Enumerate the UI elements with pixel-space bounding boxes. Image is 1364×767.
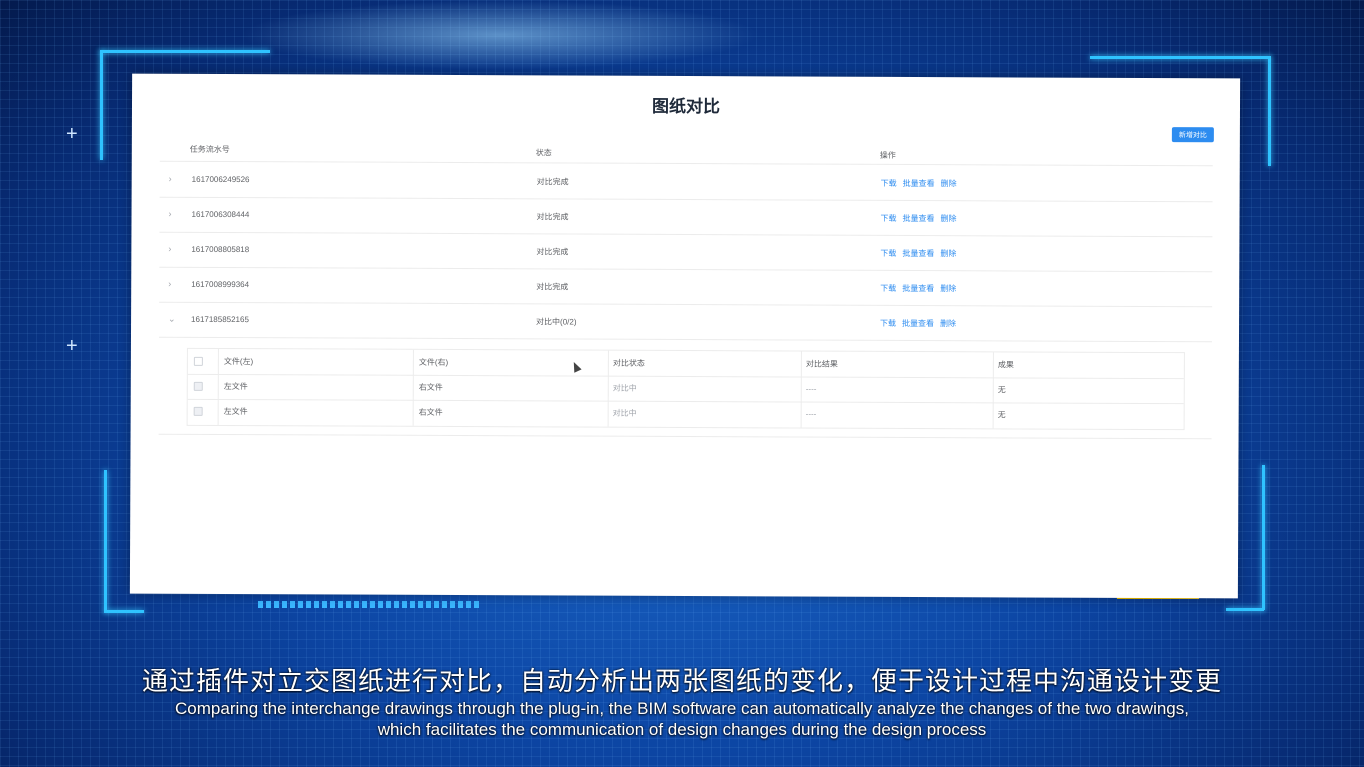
batch-view-link[interactable]: 批量查看 bbox=[903, 179, 935, 188]
chevron-down-icon[interactable]: ⌄ bbox=[168, 314, 176, 325]
header-left-file: 文件(左) bbox=[223, 356, 254, 367]
row-actions: 下载 批量查看 删除 bbox=[880, 283, 962, 294]
row-actions: 下载 批量查看 删除 bbox=[880, 248, 962, 259]
batch-view-link[interactable]: 批量查看 bbox=[902, 249, 934, 258]
delete-link[interactable]: 删除 bbox=[940, 214, 956, 223]
select-all-checkbox[interactable] bbox=[193, 356, 203, 366]
download-link[interactable]: 下载 bbox=[881, 179, 897, 188]
table-row[interactable]: › 1617008805818 对比完成 下载 批量查看 删除 bbox=[159, 231, 1213, 273]
delete-link[interactable]: 删除 bbox=[940, 319, 956, 328]
plus-icon: + bbox=[66, 123, 78, 145]
header-compare-state: 对比状态 bbox=[612, 358, 645, 368]
background-glow bbox=[240, 0, 760, 70]
task-serial: 1617185852165 bbox=[191, 314, 249, 325]
batch-view-link[interactable]: 批量查看 bbox=[902, 284, 934, 293]
compare-result-cell: ---- bbox=[805, 384, 817, 394]
plus-icon: + bbox=[66, 335, 78, 357]
download-link[interactable]: 下载 bbox=[880, 284, 896, 293]
compare-state-cell: 对比中 bbox=[612, 383, 637, 393]
task-serial: 1617008999364 bbox=[191, 279, 250, 290]
frame-top-right bbox=[1090, 56, 1270, 59]
table-row[interactable]: › 1617008999364 对比完成 下载 批量查看 删除 bbox=[159, 266, 1213, 308]
task-status: 对比中(0/2) bbox=[536, 317, 577, 327]
task-serial: 1617006308444 bbox=[191, 209, 250, 220]
row-checkbox[interactable] bbox=[193, 381, 203, 391]
output-cell: 无 bbox=[997, 385, 1006, 395]
chevron-right-icon[interactable]: › bbox=[168, 244, 171, 254]
table-divider bbox=[158, 433, 1212, 440]
header-right-file: 文件(右) bbox=[418, 357, 449, 367]
dotted-bar bbox=[258, 601, 480, 608]
left-file-cell: 左文件 bbox=[223, 406, 248, 417]
chevron-right-icon[interactable]: › bbox=[169, 174, 172, 184]
task-status: 对比完成 bbox=[536, 247, 569, 257]
task-serial: 1617008805818 bbox=[191, 244, 250, 255]
delete-link[interactable]: 删除 bbox=[940, 249, 956, 258]
frame-top-left bbox=[100, 50, 270, 53]
header-compare-result: 对比结果 bbox=[805, 359, 838, 369]
task-status: 对比完成 bbox=[536, 212, 569, 222]
batch-view-link[interactable]: 批量查看 bbox=[902, 319, 934, 328]
compare-result-cell: ---- bbox=[805, 409, 817, 419]
header-serial: 任务流水号 bbox=[189, 144, 230, 155]
row-actions: 下载 批量查看 删除 bbox=[880, 213, 962, 224]
frame-bottom-right bbox=[1226, 608, 1264, 611]
left-file-cell: 左文件 bbox=[223, 381, 248, 392]
frame-left-top bbox=[100, 50, 103, 160]
header-output: 成果 bbox=[997, 360, 1014, 370]
page-title: 图纸对比 bbox=[651, 96, 721, 117]
subtitle-chinese: 通过插件对立交图纸进行对比，自动分析出两张图纸的变化，便于设计过程中沟通设计变更 bbox=[141, 667, 1222, 697]
download-link[interactable]: 下载 bbox=[880, 214, 896, 223]
row-actions: 下载 批量查看 删除 bbox=[881, 178, 963, 189]
compare-state-cell: 对比中 bbox=[612, 408, 637, 418]
download-link[interactable]: 下载 bbox=[880, 249, 896, 258]
delete-link[interactable]: 删除 bbox=[941, 179, 957, 188]
subtitle-english-line1: Comparing the interchange drawings throu… bbox=[175, 699, 1189, 718]
right-file-cell: 右文件 bbox=[418, 407, 443, 417]
task-serial: 1617006249526 bbox=[191, 174, 250, 185]
chevron-right-icon[interactable]: › bbox=[168, 279, 171, 289]
table-row-expanded[interactable]: ⌄ 1617185852165 对比中(0/2) 下载 批量查看 删除 bbox=[158, 301, 1213, 343]
header-actions: 操作 bbox=[879, 150, 896, 160]
row-actions: 下载 批量查看 删除 bbox=[880, 318, 962, 329]
frame-left-bottom bbox=[104, 470, 107, 612]
frame-right-top bbox=[1268, 56, 1271, 166]
delete-link[interactable]: 删除 bbox=[940, 284, 956, 293]
download-link[interactable]: 下载 bbox=[880, 319, 896, 328]
chevron-right-icon[interactable]: › bbox=[169, 209, 172, 219]
table-row[interactable]: › 1617006308444 对比完成 下载 批量查看 删除 bbox=[159, 196, 1213, 238]
subtitle-english-line2: which facilitates the communication of d… bbox=[377, 720, 987, 739]
subtitle-english: Comparing the interchange drawings throu… bbox=[0, 698, 1364, 740]
drawing-compare-panel: 图纸对比 新增对比 任务流水号 状态 操作 › 1617006249526 对比… bbox=[129, 73, 1241, 599]
right-file-cell: 右文件 bbox=[418, 382, 443, 392]
output-cell: 无 bbox=[997, 410, 1006, 420]
row-checkbox[interactable] bbox=[193, 406, 203, 416]
frame-right-bottom bbox=[1262, 465, 1265, 610]
batch-view-link[interactable]: 批量查看 bbox=[902, 214, 934, 223]
table-row[interactable]: › 1617006249526 对比完成 下载 批量查看 删除 bbox=[159, 161, 1213, 203]
frame-bottom-left bbox=[104, 610, 144, 613]
file-compare-subtable: 文件(左) 文件(右) 对比状态 对比结果 成果 左文件 右文件 对比中 ---… bbox=[186, 347, 1185, 431]
task-status: 对比完成 bbox=[536, 177, 569, 187]
header-status: 状态 bbox=[535, 148, 552, 158]
task-status: 对比完成 bbox=[536, 282, 569, 292]
subtable-row: 左文件 右文件 对比中 ---- 无 bbox=[188, 399, 1184, 428]
